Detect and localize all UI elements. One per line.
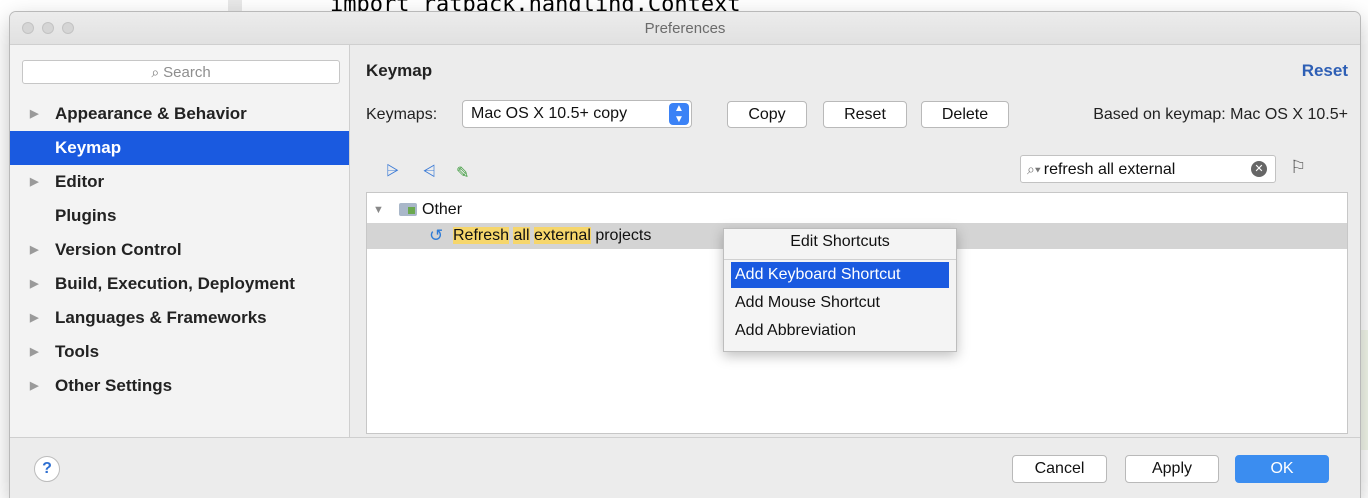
popup-title: Edit Shortcuts [790,233,890,250]
match-highlight: all [513,227,530,244]
sidebar-item-version-control[interactable]: ▶ Version Control [10,233,349,267]
folder-icon [399,203,417,216]
settings-search-input[interactable]: ⌕ Search [22,60,340,84]
tree-group-row[interactable]: ▼ Other [367,197,1347,223]
reset-button[interactable]: Reset [823,101,907,128]
settings-sidebar: ⌕ Search ▶ Appearance & Behavior Keymap ▶ E… [10,45,350,437]
keymaps-label: Keymaps: [366,106,438,123]
match-highlight: external [533,227,591,244]
delete-button[interactable]: Delete [921,101,1009,128]
chevron-down-icon[interactable]: ▼ [373,197,384,223]
keymap-select[interactable]: Mac OS X 10.5+ copy ▲ ▼ [462,100,692,128]
sidebar-item-languages[interactable]: ▶ Languages & Frameworks [10,301,349,335]
add-keyboard-shortcut-item[interactable]: Add Keyboard Shortcut [731,262,949,288]
select-stepper-icon[interactable]: ▲ ▼ [669,103,689,125]
add-abbreviation-item[interactable]: Add Abbreviation [731,318,949,344]
background-right-strip [1360,330,1368,450]
chevron-right-icon[interactable]: ▶ [30,233,38,267]
search-icon: ⌕ [151,64,160,80]
refresh-icon: ↺ [429,226,444,245]
sidebar-item-other-settings[interactable]: ▶ Other Settings [10,369,349,403]
help-button[interactable]: ? [34,456,60,482]
add-mouse-shortcut-item[interactable]: Add Mouse Shortcut [731,290,949,316]
preferences-dialog: Preferences ⌕ Search ▶ Appearance & Behavi… [10,12,1360,498]
chevron-right-icon[interactable]: ▶ [30,335,38,369]
clear-icon[interactable]: ✕ [1251,161,1267,177]
sidebar-item-plugins[interactable]: Plugins [10,199,349,233]
expand-all-icon[interactable]: ⩥ [386,163,399,181]
based-on-keymap: Based on keymap: Mac OS X 10.5+ [1093,106,1348,123]
sidebar-item-label: Appearance & Behavior [55,104,247,123]
popup-divider [724,259,956,260]
tree-group-label: Other [422,201,463,218]
filter-value: refresh all external [1043,161,1176,178]
dialog-footer: ? Cancel Apply OK [10,437,1360,498]
window-title: Preferences [644,20,726,37]
match-highlight: Refresh [453,227,510,244]
sidebar-item-editor[interactable]: ▶ Editor [10,165,349,199]
keymap-select-value: Mac OS X 10.5+ copy [471,105,628,122]
chevron-right-icon[interactable]: ▶ [30,267,38,301]
ok-button[interactable]: OK [1235,455,1329,483]
sidebar-item-appearance[interactable]: ▶ Appearance & Behavior [10,97,349,131]
search-placeholder: Search [163,64,211,81]
action-filter-input[interactable]: ⌕▾ refresh all external ✕ [1020,155,1276,183]
tree-action-label: Refresh all external projects [453,223,651,249]
sidebar-item-label: Editor [55,172,105,191]
chevron-right-icon[interactable]: ▶ [30,301,38,335]
sidebar-item-label: Other Settings [55,376,173,395]
collapse-all-icon[interactable]: ⩤ [423,163,436,181]
sidebar-item-build[interactable]: ▶ Build, Execution, Deployment [10,267,349,301]
sidebar-item-keymap[interactable]: Keymap [10,131,349,165]
editor-gutter [228,0,242,12]
page-title: Keymap [366,61,433,80]
edit-pencil-icon[interactable]: ✎ [456,163,469,183]
action-text-part: projects [590,227,652,244]
chevron-right-icon[interactable]: ▶ [30,165,38,199]
chevron-right-icon[interactable]: ▶ [30,369,38,403]
chevron-right-icon[interactable]: ▶ [30,97,38,131]
reset-link[interactable]: Reset [1302,61,1348,81]
edit-shortcuts-popup: Edit Shortcuts Add Keyboard Shortcut Add… [723,228,957,352]
sidebar-item-label: Version Control [55,240,182,259]
search-icon: ⌕▾ [1027,161,1041,177]
sidebar-item-label: Keymap [55,138,122,157]
sidebar-item-label: Plugins [55,206,117,225]
copy-button[interactable]: Copy [727,101,807,128]
find-by-shortcut-icon[interactable]: ⚐ [1290,157,1306,178]
apply-button[interactable]: Apply [1125,455,1219,483]
title-bar[interactable]: Preferences [10,12,1360,45]
sidebar-item-label: Tools [55,342,100,361]
cancel-button[interactable]: Cancel [1012,455,1107,483]
sidebar-item-label: Languages & Frameworks [55,308,267,327]
settings-nav: ▶ Appearance & Behavior Keymap ▶ Editor Pl… [10,97,349,403]
sidebar-item-label: Build, Execution, Deployment [55,274,295,293]
sidebar-item-tools[interactable]: ▶ Tools [10,335,349,369]
